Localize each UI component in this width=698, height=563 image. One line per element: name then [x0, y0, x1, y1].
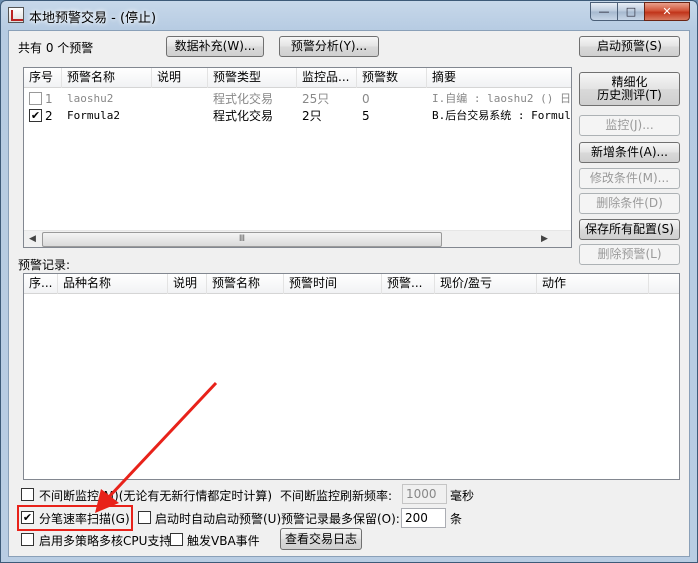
window-title: 本地预警交易 - (停止) [29, 11, 157, 26]
close-button[interactable]: ✕ [644, 2, 690, 21]
app-chart-icon [8, 7, 24, 23]
annotation-arrow-icon [95, 381, 218, 513]
title-bar[interactable]: 本地预警交易 - (停止) — □ ✕ [1, 1, 697, 29]
maximize-button[interactable]: □ [617, 2, 645, 21]
minimize-button[interactable]: — [590, 2, 618, 21]
caption-buttons: — □ ✕ [590, 2, 690, 21]
app-window: 本地预警交易 - (停止) — □ ✕ 共有 0 个预警 数据补充(W)... … [0, 0, 698, 563]
dialog-client: 共有 0 个预警 数据补充(W)... 预警分析(Y)... 启动预警(S) 序… [8, 30, 690, 557]
